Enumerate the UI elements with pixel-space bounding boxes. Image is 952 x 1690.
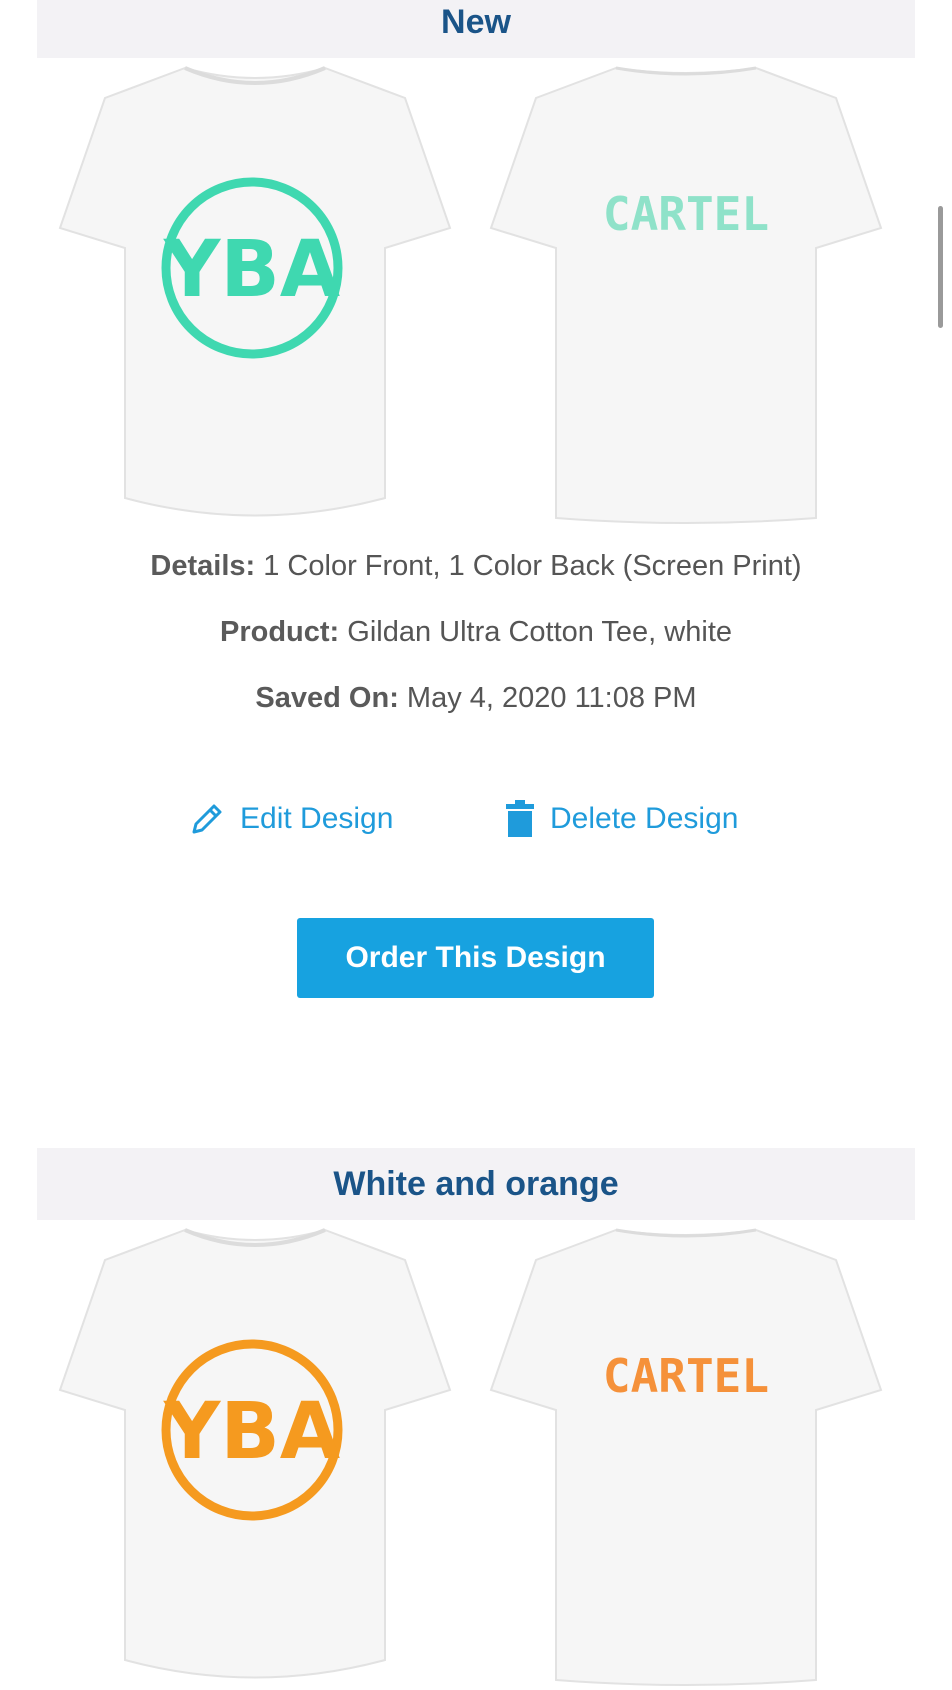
design-title: New: [441, 2, 511, 41]
design-title-header: New: [37, 0, 915, 58]
edit-design-link[interactable]: Edit Design: [188, 800, 393, 838]
saved-on-line: Saved On: May 4, 2020 11:08 PM: [0, 680, 952, 716]
delete-design-label: Delete Design: [550, 802, 739, 835]
product-value: Gildan Ultra Cotton Tee, white: [347, 616, 732, 648]
back-print-text: CARTEL: [603, 187, 769, 241]
design-title-header: White and orange: [37, 1148, 915, 1220]
edit-design-label: Edit Design: [240, 802, 394, 835]
delete-design-link[interactable]: Delete Design: [504, 800, 738, 838]
back-print-text: CARTEL: [603, 1349, 769, 1403]
saved-on-label: Saved On:: [255, 682, 399, 714]
tshirt-front-image: YBA: [55, 1220, 455, 1690]
product-label: Product:: [220, 616, 340, 648]
trash-icon: [504, 800, 536, 838]
details-label: Details:: [150, 550, 256, 582]
tshirt-back-image: CARTEL: [486, 58, 886, 528]
saved-on-value: May 4, 2020 11:08 PM: [406, 682, 697, 714]
pencil-icon: [188, 800, 226, 838]
product-line: Product: Gildan Ultra Cotton Tee, white: [0, 614, 952, 650]
design-title: White and orange: [333, 1164, 619, 1203]
front-logo-text: YBA: [163, 225, 340, 315]
tshirt-front-image: YBA: [55, 58, 455, 528]
front-logo-text: YBA: [163, 1387, 340, 1477]
details-line: Details: 1 Color Front, 1 Color Back (Sc…: [0, 548, 952, 584]
details-value: 1 Color Front, 1 Color Back (Screen Prin…: [263, 550, 802, 582]
scrollbar[interactable]: [938, 206, 943, 328]
tshirt-back-image: CARTEL: [486, 1220, 886, 1690]
order-this-design-button[interactable]: Order This Design: [297, 918, 654, 998]
